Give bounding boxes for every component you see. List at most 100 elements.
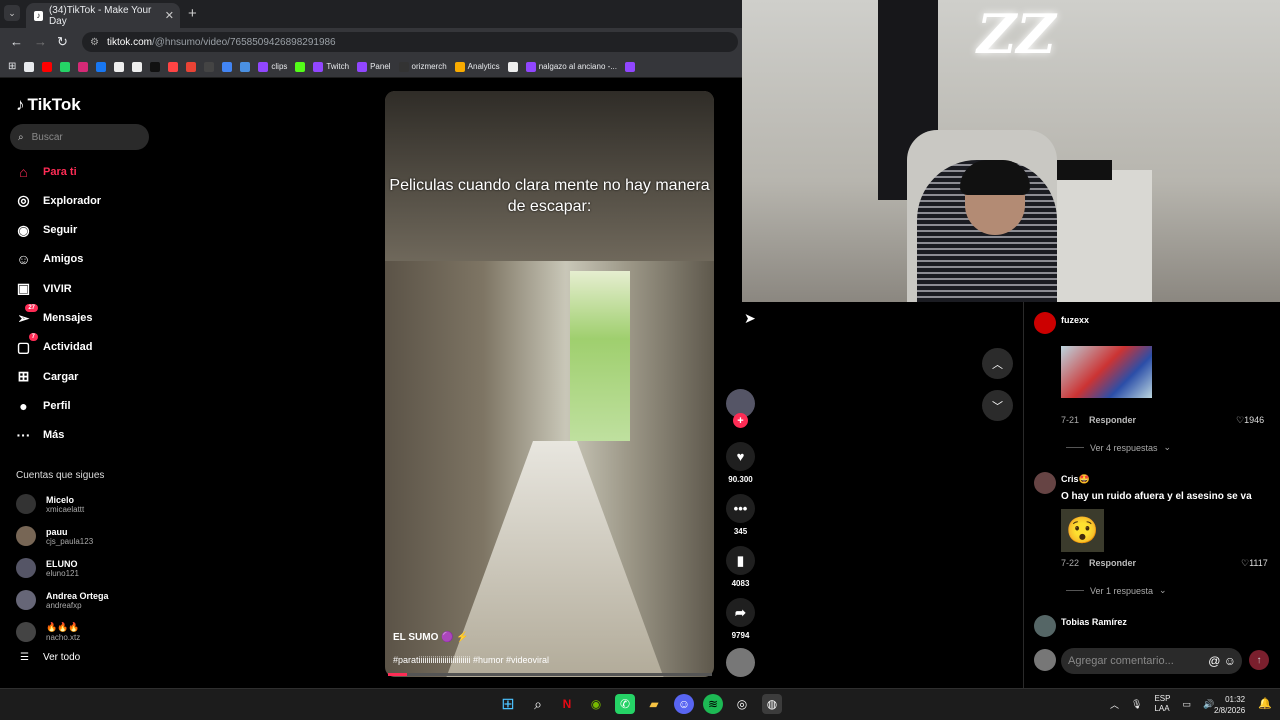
apps-grid-icon[interactable]: ⊞ xyxy=(8,61,16,72)
language-indicator[interactable]: ESP LAA xyxy=(1154,694,1170,714)
new-tab-button[interactable]: + xyxy=(188,5,197,22)
bookmark-item[interactable]: orizmerch xyxy=(398,61,447,72)
spotify-icon[interactable]: ≋ xyxy=(703,694,723,714)
bookmark-item[interactable] xyxy=(24,61,35,72)
bookmark-item[interactable] xyxy=(222,61,233,72)
discord-icon[interactable]: ☺ xyxy=(674,694,694,714)
bookmark-favicon-icon xyxy=(42,61,53,72)
forward-arrow-icon[interactable]: → xyxy=(34,34,47,49)
mention-icon[interactable]: @ ☺ xyxy=(1208,654,1236,668)
network-icon[interactable]: ▭ xyxy=(1182,699,1191,710)
view-replies-button[interactable]: Ver 1 respuesta ⌄ xyxy=(1066,585,1167,596)
bookmark-item[interactable]: Twitch xyxy=(313,61,349,72)
tab-close-icon[interactable]: ✕ xyxy=(165,9,174,22)
sidebar-item-more[interactable]: ··· Más xyxy=(15,427,65,444)
microphone-icon[interactable]: 🎙 xyxy=(1131,699,1142,710)
comment-like-button[interactable]: ♡1117 xyxy=(1241,558,1268,569)
bookmark-label: Panel xyxy=(370,62,391,71)
bookmark-item[interactable] xyxy=(240,61,251,72)
bookmark-item[interactable] xyxy=(204,61,215,72)
follow-plus-icon[interactable]: + xyxy=(733,413,748,428)
bookmark-item[interactable]: nalgazo al anciano -... xyxy=(525,61,617,72)
bookmark-item[interactable] xyxy=(60,61,71,72)
volume-icon[interactable]: 🔊 xyxy=(1203,699,1214,710)
following-account[interactable]: pauu cjs_paula123 xyxy=(16,526,93,546)
sidebar-item-upload[interactable]: ⊞ Cargar xyxy=(15,368,79,385)
next-video-chevron-down-icon[interactable]: ﹀ xyxy=(982,390,1013,421)
bookmark-item[interactable] xyxy=(78,61,89,72)
comment-reply-button[interactable]: Responder xyxy=(1089,415,1136,425)
following-account[interactable]: ELUNO eluno121 xyxy=(16,558,79,578)
comment-button[interactable]: ••• 345 xyxy=(724,494,757,536)
whatsapp-icon[interactable]: ✆ xyxy=(615,694,635,714)
sidebar-item-friends[interactable]: ☺ Amigos xyxy=(15,251,83,268)
comment-reply-button[interactable]: Responder xyxy=(1089,558,1136,568)
sidebar-item-following-avatar[interactable]: ◉ Seguir xyxy=(15,222,77,239)
previous-video-chevron-up-icon[interactable]: ︿ xyxy=(982,348,1013,379)
bookmark-item[interactable] xyxy=(624,61,635,72)
following-account[interactable]: Andrea Ortega andreafxp xyxy=(16,590,109,610)
bookmark-item[interactable] xyxy=(507,61,518,72)
nvidia-icon[interactable]: ◉ xyxy=(586,694,606,714)
sidebar-item-activity[interactable]: ▢ 7 Actividad xyxy=(15,332,93,356)
obs-icon[interactable]: ◎ xyxy=(732,694,752,714)
search-input[interactable]: ⌕ Buscar xyxy=(10,124,149,150)
following-account[interactable]: 🔥🔥🔥 nacho.xtz xyxy=(16,622,80,642)
share-button[interactable]: ➦ 9794 xyxy=(724,598,757,640)
comment-author[interactable]: fuzexx xyxy=(1061,315,1089,325)
comment-avatar[interactable] xyxy=(1034,472,1056,494)
address-bar[interactable]: ⚙ tiktok.com/@hnsumo/video/7658509426898… xyxy=(82,32,738,52)
comment-like-button[interactable]: ♡1946 xyxy=(1236,415,1264,426)
comment-avatar[interactable] xyxy=(1034,615,1056,637)
bookmark-item[interactable] xyxy=(114,61,125,72)
video-doorway-light xyxy=(570,271,630,441)
following-account-text: 🔥🔥🔥 nacho.xtz xyxy=(46,622,80,642)
video-author[interactable]: EL SUMO 🟣 ⚡ xyxy=(393,632,469,643)
search-icon: ⌕ xyxy=(18,131,24,143)
site-info-icon[interactable]: ⚙ xyxy=(90,37,99,48)
bookmark-item[interactable] xyxy=(150,61,161,72)
windows-start-icon[interactable]: ⊞ xyxy=(498,694,518,714)
comment-avatar[interactable] xyxy=(1034,312,1056,334)
following-account[interactable]: Micelo xmicaelattt xyxy=(16,494,84,514)
tiktok-logo[interactable]: ♪ TikTok xyxy=(16,95,81,115)
sound-disc-button[interactable] xyxy=(724,648,757,677)
sidebar-item-messages[interactable]: ➢ 27 Mensajes xyxy=(15,303,93,327)
back-arrow-icon[interactable]: ← xyxy=(10,34,23,49)
comment-author[interactable]: Tobias Ramírez xyxy=(1061,617,1127,627)
bookmark-item[interactable]: clips xyxy=(258,61,287,72)
like-button[interactable]: ♥ 90.300 xyxy=(724,442,757,484)
creator-avatar-button[interactable]: + xyxy=(724,389,757,428)
bookmark-item[interactable]: Panel xyxy=(357,61,391,72)
send-comment-arrow-icon[interactable]: ↑ xyxy=(1249,650,1269,670)
bookmark-item[interactable] xyxy=(186,61,197,72)
bookmark-item[interactable] xyxy=(295,61,306,72)
view-replies-button[interactable]: Ver 4 respuestas ⌄ xyxy=(1066,442,1171,453)
comment-input[interactable]: Agregar comentario... @ ☺ xyxy=(1061,648,1242,674)
file-explorer-icon[interactable]: ▰ xyxy=(644,694,664,714)
comment-author[interactable]: Cris🤩 xyxy=(1061,474,1090,485)
video-hashtags[interactable]: #paratiiiiiiiiiiiiiiiiiiiiiiiiii #humor … xyxy=(393,655,549,665)
sidebar-item-home[interactable]: ⌂ Para ti xyxy=(15,163,76,180)
save-button[interactable]: ▮ 4083 xyxy=(724,546,757,588)
bookmark-item[interactable] xyxy=(96,61,107,72)
tab-search-chevron-icon[interactable]: ⌄ xyxy=(4,5,20,21)
browser-tab[interactable]: ♪ (34)TikTok - Make Your Day ✕ xyxy=(26,3,180,28)
sidebar-item-profile-avatar[interactable]: ● Perfil xyxy=(15,397,70,414)
video-progress-bar[interactable] xyxy=(388,673,712,676)
reload-icon[interactable]: ↻ xyxy=(57,34,68,50)
sidebar-item-live[interactable]: ▣ VIVIR xyxy=(15,280,72,297)
see-all-following-link[interactable]: ☰ Ver todo xyxy=(20,652,80,663)
following-username: nacho.xtz xyxy=(46,633,81,642)
netflix-icon[interactable]: N xyxy=(557,694,577,714)
bookmark-item[interactable]: Analytics xyxy=(454,61,500,72)
bookmark-item[interactable] xyxy=(168,61,179,72)
sidebar-item-compass[interactable]: ◎ Explorador xyxy=(15,192,101,209)
bookmark-item[interactable] xyxy=(42,61,53,72)
tray-chevron-up-icon[interactable]: ︿ xyxy=(1110,698,1119,711)
notifications-icon[interactable]: 🔔 xyxy=(1258,697,1272,710)
chrome-icon[interactable]: ◍ xyxy=(762,694,782,714)
bookmark-item[interactable] xyxy=(132,61,143,72)
taskbar-clock[interactable]: 01:32 2/8/2026 xyxy=(1214,694,1245,716)
taskbar-search-icon[interactable]: ⌕ xyxy=(528,694,548,714)
